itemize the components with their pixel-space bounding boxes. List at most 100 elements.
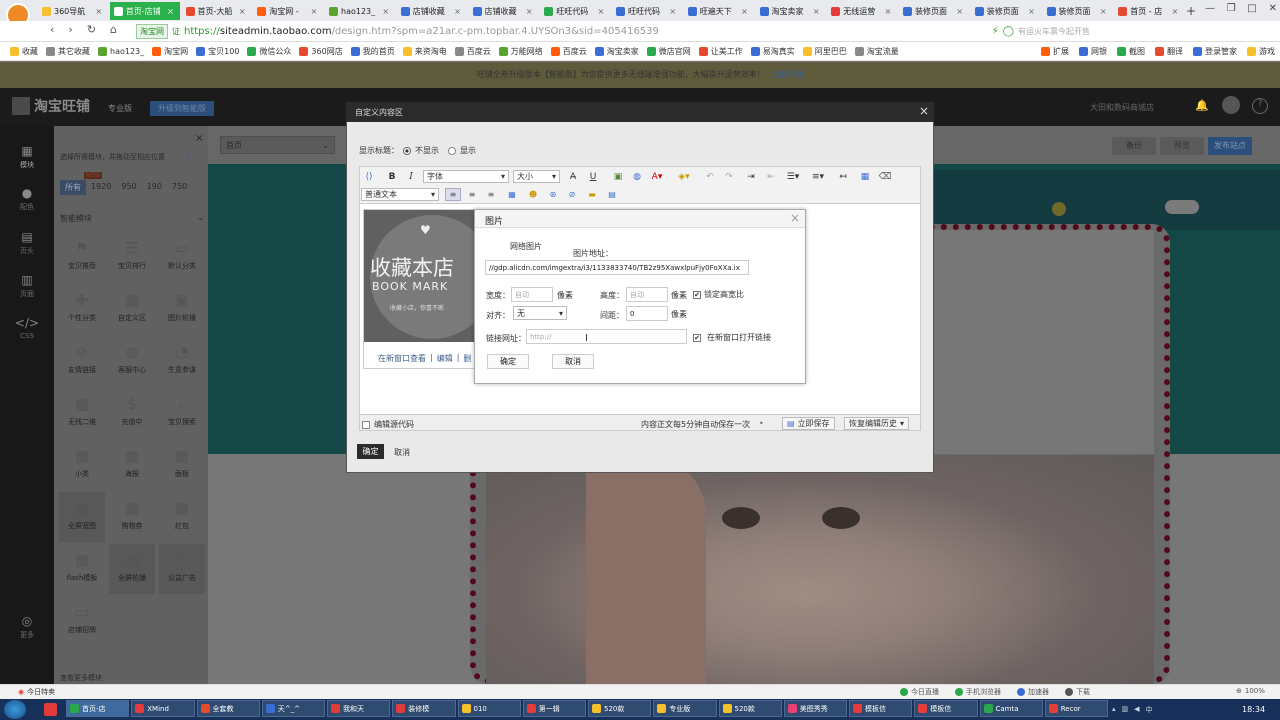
header-action-button[interactable]: 预览 — [1160, 137, 1204, 155]
status-item[interactable]: 加速器 — [1017, 687, 1049, 697]
browser-tab[interactable]: 旺旺代码 × — [612, 2, 682, 20]
browser-tab[interactable]: 360导航 × — [38, 2, 108, 20]
taskbar-item[interactable]: 010 — [457, 700, 521, 717]
globe-icon[interactable]: ◍ — [629, 169, 645, 184]
source-checkbox[interactable] — [362, 420, 370, 429]
module-item[interactable]: ▦ 全屏轮播 — [109, 544, 155, 594]
align-center-icon[interactable]: ≡ — [464, 188, 480, 201]
underline-icon[interactable]: U — [585, 169, 601, 184]
address-bar[interactable]: 淘宝网 证 https://siteadmin.taobao.com/desig… — [136, 23, 1168, 40]
bookmark-item[interactable]: 淘宝流量 — [854, 46, 899, 57]
new-tab-button[interactable]: + — [1186, 4, 1196, 18]
module-item[interactable]: ☰ 宝贝排行 — [109, 232, 155, 282]
bookmark-item[interactable]: 我的首页 — [350, 46, 395, 57]
flash-icon[interactable]: ▬ — [584, 188, 600, 201]
taskbar-item[interactable]: 装修模 — [392, 700, 456, 717]
save-now-button[interactable]: ▤ 立即保存 — [782, 417, 835, 430]
browser-tab[interactable]: 装修页面 × — [971, 2, 1041, 20]
module-item[interactable]: ▦ 面板 — [159, 440, 205, 490]
browser-tab[interactable]: 旺遍天下 × — [684, 2, 754, 20]
module-item[interactable]: ▦ 小类 — [59, 440, 105, 490]
left-nav-item[interactable]: </> CSS — [0, 316, 54, 340]
width-tab[interactable]: 950 — [116, 180, 141, 195]
align-select[interactable]: 无 ▾ — [513, 306, 567, 320]
tab-close-icon[interactable]: × — [955, 7, 965, 16]
user-avatar[interactable] — [1222, 96, 1240, 114]
module-item[interactable]: ▣ 图片轮播 — [159, 284, 205, 334]
maximize-icon[interactable]: □ — [1247, 3, 1256, 14]
tab-close-icon[interactable]: × — [668, 7, 678, 16]
header-action-button[interactable]: 发布站点 — [1208, 137, 1252, 155]
tab-close-icon[interactable]: × — [381, 7, 391, 16]
bookmark-item[interactable]: 阿里巴巴 — [802, 46, 847, 57]
bookmark-item[interactable]: 万能网络 — [498, 46, 543, 57]
bookmark-item[interactable]: hao123_ — [98, 46, 144, 57]
home-icon[interactable]: ⌂ — [110, 23, 117, 36]
search-icon[interactable]: ◯ — [1003, 26, 1014, 37]
tab-close-icon[interactable]: × — [453, 7, 463, 16]
quicklaunch-icon[interactable] — [44, 703, 57, 716]
taskbar-item[interactable]: 我和天 — [327, 700, 391, 717]
clock[interactable]: 18:34 — [1242, 705, 1265, 714]
module-item[interactable]: ▦ flash模板 — [59, 544, 105, 594]
image-dialog-close-icon[interactable]: × — [790, 211, 800, 225]
taskbar-item[interactable]: 全套教 — [196, 700, 260, 717]
toolbar-extension-item[interactable]: 扩展 — [1041, 46, 1069, 57]
link-url-input[interactable]: http:// — [526, 329, 687, 344]
back-icon[interactable]: ‹ — [50, 23, 54, 36]
close-window-icon[interactable]: ✕ — [1269, 3, 1277, 14]
taskbar-item[interactable]: 首页-店 — [66, 700, 130, 717]
module-item[interactable]: ⚑ 宝贝推荐 — [59, 232, 105, 282]
taskbar-item[interactable]: 520款 — [588, 700, 652, 717]
numbered-list-icon[interactable]: ≡▾ — [810, 169, 826, 184]
new-window-row[interactable]: ✔ 在新窗口打开链接 — [693, 332, 771, 343]
taskbar-item[interactable]: XMind — [131, 700, 195, 717]
tab-close-icon[interactable]: × — [1027, 7, 1037, 16]
table-insert-icon[interactable]: ▦ — [504, 188, 520, 201]
smart-group-header[interactable]: 智能模块 ⌄ — [60, 213, 204, 224]
redo-icon[interactable]: ↷ — [721, 169, 737, 184]
bookmark-item[interactable]: 来资淘电 — [402, 46, 447, 57]
bullet-list-icon[interactable]: ☰▾ — [785, 169, 801, 184]
browser-tab[interactable]: 店铺收藏 × — [469, 2, 539, 20]
browser-tab[interactable]: 首页-大船 × — [182, 2, 252, 20]
toolbar-extension-item[interactable]: 登录管家 — [1193, 46, 1237, 57]
lock-ratio-row[interactable]: ✔ 锁定高宽比 — [693, 289, 744, 300]
browser-tab[interactable]: 无线运营 × — [827, 2, 897, 20]
bookmark-item[interactable]: 易淘真实 — [750, 46, 795, 57]
edit-image-link[interactable]: 编辑 — [437, 353, 453, 364]
taskbar-item[interactable]: 专业版 — [653, 700, 717, 717]
align-right-icon[interactable]: ≡ — [483, 188, 499, 201]
module-item[interactable]: ◔ 生意参谋 — [159, 336, 205, 386]
tray-arrow-icon[interactable]: ▴ — [1112, 705, 1116, 715]
bookmark-item[interactable]: 微信公众 — [247, 46, 291, 57]
bookmark-item[interactable]: 其它收藏 — [46, 46, 90, 57]
browser-tab[interactable]: 旺旺代码 × — [540, 2, 610, 20]
lock-ratio-checkbox[interactable]: ✔ — [693, 290, 701, 299]
undo-icon[interactable]: ↶ — [702, 169, 718, 184]
left-nav-item[interactable]: ▥ 页面 — [0, 273, 54, 299]
left-nav-item[interactable]: ● 配色 — [0, 186, 54, 212]
width-tab[interactable]: 1920 — [86, 180, 116, 195]
table-icon[interactable]: ▦ — [857, 169, 873, 184]
image-cancel-button[interactable]: 取消 — [552, 354, 594, 369]
radio-hide[interactable] — [403, 146, 411, 155]
module-item[interactable]: ✚ 个性分类 — [59, 284, 105, 334]
panel-close[interactable]: × — [195, 133, 203, 144]
module-item[interactable]: ▦ 海报 — [109, 440, 155, 490]
radio-show[interactable] — [448, 146, 456, 155]
browser-tab[interactable]: 店铺收藏 × — [397, 2, 467, 20]
start-button[interactable] — [4, 700, 26, 719]
left-nav-item[interactable]: ▦ 模块 — [0, 144, 54, 170]
spacing-input[interactable]: 0 — [626, 306, 668, 321]
unlink-icon[interactable]: ⊘ — [564, 188, 580, 201]
width-tab[interactable]: 750 — [167, 180, 192, 195]
bookmark-item[interactable]: 淘宝卖家 — [594, 46, 639, 57]
taskbar-item[interactable]: Camta — [979, 700, 1043, 717]
tab-close-icon[interactable]: × — [883, 7, 893, 16]
link-icon[interactable]: ⊛ — [545, 188, 561, 201]
reload-icon[interactable]: ↻ — [87, 23, 96, 36]
browser-tab[interactable]: 淘宝卖家 × — [756, 2, 826, 20]
notice-link[interactable]: 立即开通 — [771, 70, 803, 79]
dialog-close-icon[interactable]: × — [919, 104, 929, 118]
